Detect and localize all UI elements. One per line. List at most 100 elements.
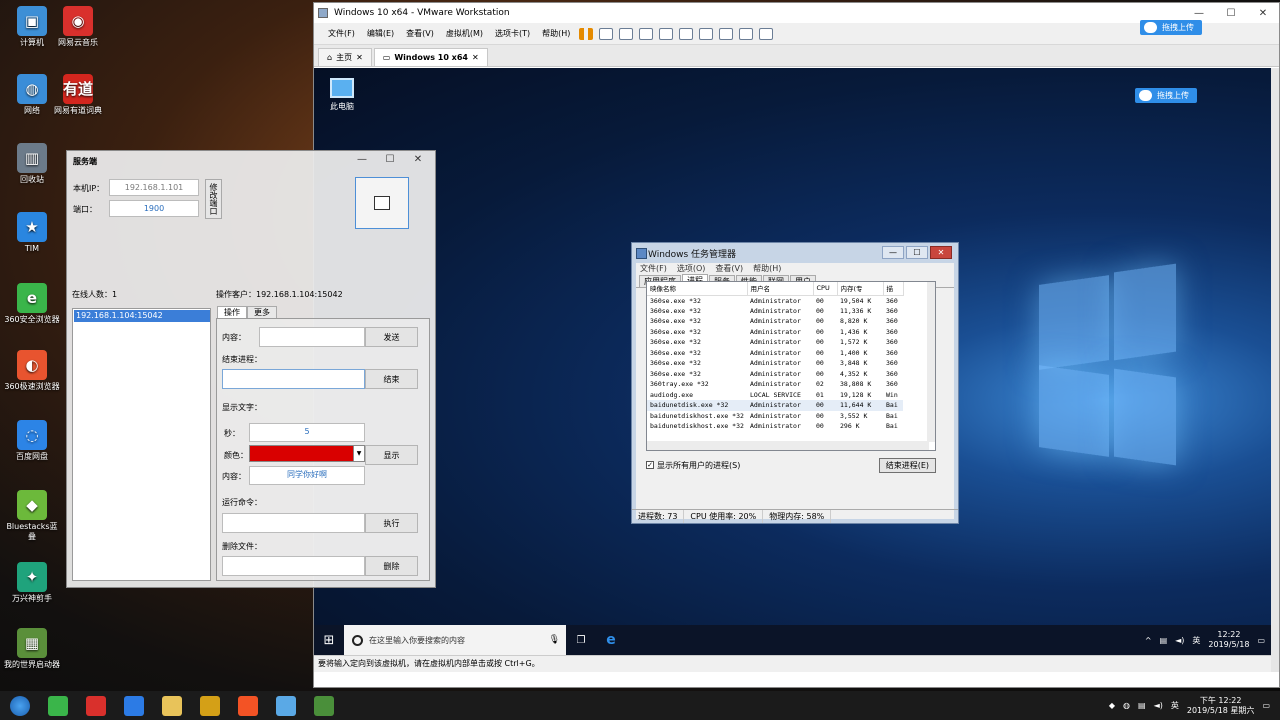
- desktop-icon[interactable]: ★ TIM: [4, 212, 60, 254]
- change-port-button[interactable]: 修改端口: [205, 179, 222, 219]
- col-cpu[interactable]: CPU: [813, 282, 838, 296]
- command-input[interactable]: [222, 513, 365, 533]
- content-input[interactable]: [259, 327, 365, 347]
- guest-upload-button[interactable]: 拖拽上传: [1135, 88, 1197, 103]
- desktop-icon[interactable]: e 360安全浏览器: [4, 283, 60, 325]
- snapshot-manager-icon[interactable]: [659, 27, 674, 40]
- table-row[interactable]: 360se.exe *32 Administrator 00 1,436 K 360: [647, 327, 903, 338]
- send-keys-icon[interactable]: [599, 27, 614, 40]
- notification-icon[interactable]: ▭: [1257, 636, 1265, 645]
- table-row[interactable]: 360se.exe *32 Administrator 00 1,572 K 360: [647, 337, 903, 348]
- microphone-icon[interactable]: 🎙: [549, 635, 560, 645]
- execute-button[interactable]: 执行: [365, 513, 418, 533]
- volume-icon[interactable]: ◄): [1154, 701, 1163, 710]
- host-start-button[interactable]: [0, 691, 40, 720]
- library-icon[interactable]: [679, 27, 694, 40]
- task-view-icon[interactable]: ❐: [566, 635, 596, 646]
- server-maximize-button[interactable]: ☐: [377, 152, 403, 166]
- desktop-icon[interactable]: ✦ 万兴神剪手: [4, 562, 60, 604]
- col-user-name[interactable]: 用户名: [747, 282, 814, 296]
- taskbar-app-baidu-netdisk[interactable]: [268, 693, 304, 719]
- host-ime-indicator[interactable]: 英: [1171, 700, 1179, 711]
- table-row[interactable]: audiodg.exe LOCAL SERVICE 01 19,128 K Win: [647, 390, 903, 401]
- process-list-hscroll[interactable]: [647, 441, 929, 450]
- tm-maximize-button[interactable]: ☐: [906, 246, 928, 259]
- desktop-icon[interactable]: ▦ 我的世界启动器: [4, 628, 60, 670]
- menu-vm[interactable]: 虚拟机(M): [440, 28, 489, 39]
- server-close-button[interactable]: ✕: [405, 152, 431, 166]
- screenshot-button[interactable]: [355, 177, 409, 229]
- desktop-icon[interactable]: ◉ 网易云音乐: [50, 6, 106, 48]
- col-description[interactable]: 描: [883, 282, 904, 296]
- tm-close-button[interactable]: ✕: [930, 246, 952, 259]
- vmware-titlebar[interactable]: Windows 10 x64 - VMware Workstation — ☐ …: [314, 3, 1279, 23]
- process-list[interactable]: 映像名称 用户名 CPU 内存(专 描 360se.exe *32 Adminis…: [646, 281, 936, 451]
- taskbar-app-microsoft-store[interactable]: [230, 693, 266, 719]
- table-row[interactable]: 360se.exe *32 Administrator 00 8,820 K 360: [647, 316, 903, 327]
- revert-snapshot-icon[interactable]: [639, 27, 654, 40]
- seconds-field[interactable]: 5: [249, 423, 365, 442]
- tab-close-icon[interactable]: ✕: [356, 53, 363, 62]
- color-dropdown-button[interactable]: ▼: [353, 445, 365, 462]
- table-row[interactable]: baidunetdiskhost.exe *32 Administrator 00 3…: [647, 411, 903, 422]
- show-button[interactable]: 显示: [365, 445, 418, 465]
- vmware-vscroll[interactable]: [1271, 68, 1279, 672]
- tab-windows10[interactable]: ▭ Windows 10 x64 ✕: [373, 48, 488, 66]
- display-text-field[interactable]: 同学你好啊: [249, 466, 365, 485]
- show-all-checkbox[interactable]: ✓: [646, 461, 654, 469]
- volume-icon[interactable]: ◄): [1175, 636, 1184, 645]
- col-image-name[interactable]: 映像名称: [647, 282, 748, 296]
- unity-icon[interactable]: [739, 27, 754, 40]
- server-minimize-button[interactable]: —: [349, 152, 375, 166]
- tm-menu-help[interactable]: 帮助(H): [753, 263, 781, 275]
- desktop-icon[interactable]: ▥ 回收站: [4, 143, 60, 185]
- guest-search-box[interactable]: 在这里输入你要搜索的内容 🎙: [344, 625, 566, 655]
- close-button[interactable]: ✕: [1247, 3, 1279, 23]
- tab-more[interactable]: 更多: [247, 306, 277, 318]
- menu-tabs[interactable]: 选项卡(T): [489, 28, 536, 39]
- menu-help[interactable]: 帮助(H): [536, 28, 576, 39]
- tab-close-icon[interactable]: ✕: [472, 53, 479, 62]
- network-icon[interactable]: ▤: [1160, 636, 1168, 645]
- col-memory[interactable]: 内存(专: [837, 282, 884, 296]
- guest-ime-indicator[interactable]: 英: [1192, 635, 1200, 646]
- table-row[interactable]: 360se.exe *32 Administrator 00 19,504 K 360: [647, 295, 903, 306]
- table-row[interactable]: 360se.exe *32 Administrator 00 1,400 K 360: [647, 348, 903, 359]
- desktop-icon[interactable]: ◐ 360极速浏览器: [4, 350, 60, 392]
- tm-menu-view[interactable]: 查看(V): [715, 263, 743, 275]
- tm-minimize-button[interactable]: —: [882, 246, 904, 259]
- desktop-icon[interactable]: 有道 网易有道词典: [50, 74, 106, 116]
- start-button[interactable]: ⊞: [314, 625, 344, 655]
- ip-field[interactable]: 192.168.1.101: [109, 179, 199, 196]
- menu-view[interactable]: 查看(V): [400, 28, 440, 39]
- desktop-icon[interactable]: ◌ 百度网盘: [4, 420, 60, 462]
- tab-home[interactable]: ⌂ 主页 ✕: [318, 48, 372, 66]
- color-picker[interactable]: [249, 445, 363, 462]
- list-item[interactable]: 192.168.1.104:15042: [74, 310, 210, 322]
- tray-icon[interactable]: ◆: [1109, 701, 1115, 710]
- table-row[interactable]: baidunetdisk.exe *32 Administrator 00 11,64…: [647, 400, 903, 411]
- table-row[interactable]: 360se.exe *32 Administrator 00 4,352 K 360: [647, 369, 903, 380]
- process-name-input[interactable]: [222, 369, 365, 389]
- notification-icon[interactable]: ▭: [1262, 701, 1270, 710]
- tray-icon[interactable]: ◍: [1123, 701, 1130, 710]
- taskbar-app-server-app[interactable]: [306, 693, 342, 719]
- upload-button[interactable]: 拖拽上传: [1140, 20, 1202, 35]
- tab-operate[interactable]: 操作: [217, 306, 247, 318]
- pause-icon[interactable]: [579, 27, 594, 40]
- taskbar-app-file-explorer[interactable]: [154, 693, 190, 719]
- delete-button[interactable]: 删除: [365, 556, 418, 576]
- taskbar-app-google-chrome[interactable]: [116, 693, 152, 719]
- tray-expand-icon[interactable]: ^: [1145, 636, 1152, 645]
- host-clock[interactable]: 下午 12:22 2019/5/18 星期六: [1187, 696, 1255, 716]
- guest-this-pc[interactable]: 此电脑: [324, 78, 360, 112]
- menu-file[interactable]: 文件(F): [322, 28, 361, 39]
- table-row[interactable]: 360se.exe *32 Administrator 00 3,848 K 360: [647, 358, 903, 369]
- taskbar-app-netease-music[interactable]: [78, 693, 114, 719]
- thumbnail-icon[interactable]: [699, 27, 714, 40]
- guest-screen[interactable]: 此电脑 拖拽上传 Windows 任务管理器 — ☐ ✕ 文件(F) 选项(O)…: [314, 68, 1279, 672]
- taskbar-app-360-browser[interactable]: [40, 693, 76, 719]
- process-list-vscroll[interactable]: [927, 282, 935, 442]
- end-process-button[interactable]: 结束进程(E): [878, 457, 936, 473]
- delete-file-input[interactable]: [222, 556, 365, 576]
